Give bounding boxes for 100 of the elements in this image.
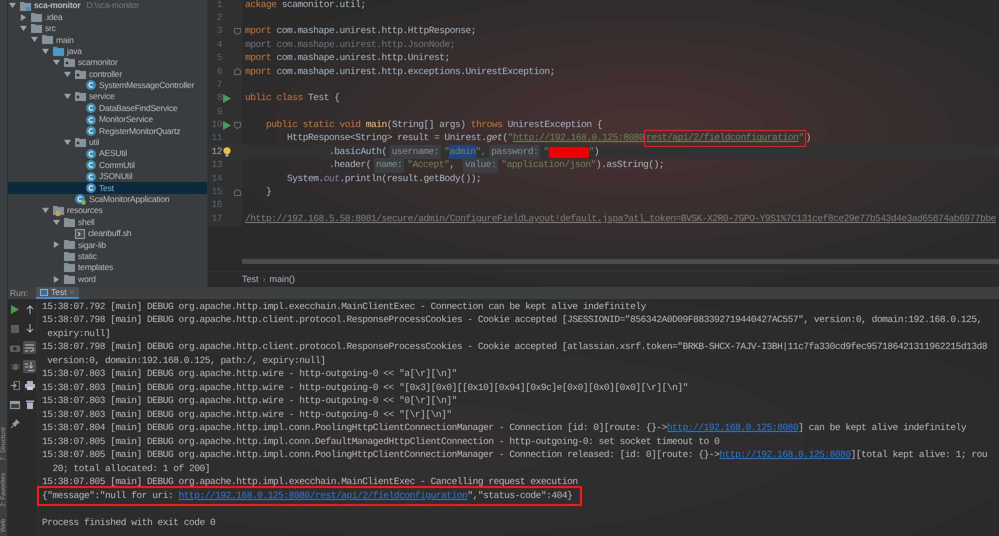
tree-item[interactable]: .idea <box>8 11 207 23</box>
code-text: ).asString(); <box>596 158 664 172</box>
chevron-down-icon[interactable] <box>42 48 49 55</box>
fold-marker-icon[interactable] <box>234 28 240 35</box>
tree-item[interactable]: resources <box>8 205 207 216</box>
tree-item[interactable]: shell <box>8 216 207 228</box>
code-text: get <box>486 131 502 146</box>
tree-item[interactable]: util <box>8 136 207 148</box>
tree-item[interactable]: java <box>8 46 207 57</box>
tree-item[interactable]: ScaMonitorApplication <box>8 194 207 206</box>
tree-item[interactable]: templates <box>8 262 207 274</box>
tree-item-label: src <box>45 22 56 35</box>
tree-item[interactable]: controller <box>8 68 207 80</box>
lightbulb-icon[interactable] <box>223 146 231 157</box>
tree-item[interactable]: DataBaseFindService <box>8 102 207 114</box>
pin-icon[interactable] <box>8 417 22 430</box>
soft-wrap-icon[interactable] <box>23 341 36 354</box>
tree-item-label: MonitorService <box>99 113 153 126</box>
code-text: " <box>588 144 594 159</box>
tree-item-label: static <box>78 250 97 263</box>
console-tab-icon <box>40 288 48 296</box>
tree-item[interactable]: MonitorService <box>8 114 207 126</box>
code-text: " <box>444 144 450 159</box>
console-link[interactable]: http://192.168.0.125:8080 <box>719 448 851 462</box>
code-line: mport com.mashape.unirest.http.JsonNode; <box>245 38 456 52</box>
breadcrumb[interactable]: main() <box>270 272 296 286</box>
console-line: 15:38:07.805 [main] DEBUG org.apache.http.impl.conn.DefaultManagedHttpClientConnection - http-outgoing-0: set socket timeout to 0 <box>42 434 720 449</box>
console-line: 15:38:07.792 [main] DEBUG org.apache.http.impl.execchain.MainClientExec - Connection can be kept alive indefinitely <box>42 300 646 314</box>
code-line: public static void main(String[] args) throws UnirestException { <box>265 118 602 132</box>
exit-icon[interactable] <box>8 379 22 392</box>
tree-item[interactable]: static <box>8 250 207 262</box>
tree-item-label: ScaMonitorApplication <box>89 192 170 206</box>
console-line: 15:38:07.803 [main] DEBUG org.apache.http.wire - http-outgoing-0 << "a[\r][\n]" <box>42 367 457 382</box>
breadcrumb[interactable]: Test <box>242 272 259 286</box>
redaction-block <box>548 146 589 158</box>
tree-item[interactable]: Test <box>8 182 207 194</box>
chevron-down-icon[interactable] <box>9 2 16 10</box>
console-text: {"message":"null for uri: <box>42 490 174 501</box>
line-number: 12 <box>210 144 222 159</box>
code-line: mport com.mashape.unirest.http.Unirest; <box>245 51 450 66</box>
tree-item-label: Test <box>99 182 114 194</box>
code-line: /http://192.168.5.58:8081/secure/admin/ConfigureFieldLayout!default.jspa?atl_token=BVSK-X2R0-7GPO-Y9S1%7C131cef8ce29e77b543d4e3ad65874ab6977bbe <box>245 212 996 226</box>
console-text: 15:38:07.804 [main] DEBUG org.apache.http.impl.conn.PoolingHttpClientConnectionManager - Connection [id: 0][route: {}-> <box>42 421 667 436</box>
tree-item[interactable]: JSONUtil <box>8 170 207 182</box>
tree-item[interactable]: CommUtil <box>8 159 207 171</box>
package-icon <box>75 92 86 102</box>
class-icon <box>86 80 96 90</box>
chevron-down-icon[interactable] <box>53 59 60 66</box>
print-icon[interactable] <box>23 379 36 392</box>
chevron-down-icon[interactable] <box>64 70 71 78</box>
tree-item-label: .idea <box>45 10 62 24</box>
scroll-to-end-icon[interactable] <box>23 360 36 373</box>
tree-item-label: CommUtil <box>99 158 135 172</box>
tree-item[interactable]: RegisterMonitorQuartz <box>8 125 207 137</box>
package-icon <box>64 58 75 68</box>
tree-item[interactable]: AESUtil <box>8 148 207 160</box>
tree-item[interactable]: word <box>8 273 207 285</box>
fold-marker-icon[interactable] <box>234 122 240 129</box>
run-icon[interactable] <box>223 120 231 130</box>
chevron-right-icon[interactable] <box>53 241 60 248</box>
chevron-down-icon[interactable] <box>64 138 71 146</box>
fold-marker-icon[interactable] <box>234 68 240 76</box>
tree-item-label: JSONUtil <box>99 170 132 183</box>
code-text: ) <box>806 131 811 146</box>
run-label: Run: <box>10 286 28 300</box>
tree-item-label: shell <box>78 216 94 228</box>
horizontal-scrollbar[interactable] <box>242 259 999 264</box>
chevron-down-icon[interactable] <box>31 36 38 44</box>
console-link[interactable]: http://192.168.0.125:8080/rest/api/2/fieldconfiguration <box>178 490 468 501</box>
folder-icon <box>42 35 53 44</box>
console-text: ","status-code":404} <box>467 490 572 501</box>
class-icon <box>75 194 86 205</box>
trash-icon[interactable] <box>23 398 36 411</box>
layout-icon[interactable] <box>8 398 22 411</box>
parameter-hint: password: <box>489 144 540 160</box>
chevron-down-icon[interactable] <box>20 24 27 32</box>
chevron-right-icon[interactable] <box>20 14 27 21</box>
code-line: mport com.mashape.unirest.http.HttpResponse; <box>245 24 476 38</box>
chevron-down-icon[interactable] <box>42 207 49 214</box>
tree-item[interactable]: sigar-lib <box>8 239 207 251</box>
tree-item[interactable]: scamonitor <box>8 56 207 68</box>
chevron-down-icon[interactable] <box>64 93 71 100</box>
console-line: Process finished with exit code 0 <box>42 516 216 530</box>
run-tab[interactable]: Test × <box>36 287 79 299</box>
tree-item-label: SystemMessageController <box>99 79 194 92</box>
chevron-right-icon[interactable] <box>53 276 60 283</box>
folder-icon <box>53 206 64 216</box>
tree-item[interactable]: src <box>8 22 207 34</box>
tree-item[interactable]: main <box>8 34 207 46</box>
console-text: ] can be kept alive indefinitely <box>798 421 966 436</box>
tree-item-label: DataBaseFindService <box>99 102 178 115</box>
chevron-down-icon[interactable] <box>53 218 60 226</box>
run-icon[interactable] <box>223 94 231 103</box>
tree-item[interactable]: SystemMessageController <box>8 80 207 92</box>
tree-item-label: cleanbuff.sh <box>88 227 132 240</box>
tree-item[interactable]: sca-monitor D:\sca-monitor <box>8 0 207 12</box>
console-link[interactable]: http://192.168.0.125:8080 <box>666 421 798 436</box>
tree-item[interactable]: cleanbuff.sh <box>8 228 207 240</box>
fold-marker-icon[interactable] <box>234 188 240 196</box>
tree-item[interactable]: service <box>8 91 207 103</box>
